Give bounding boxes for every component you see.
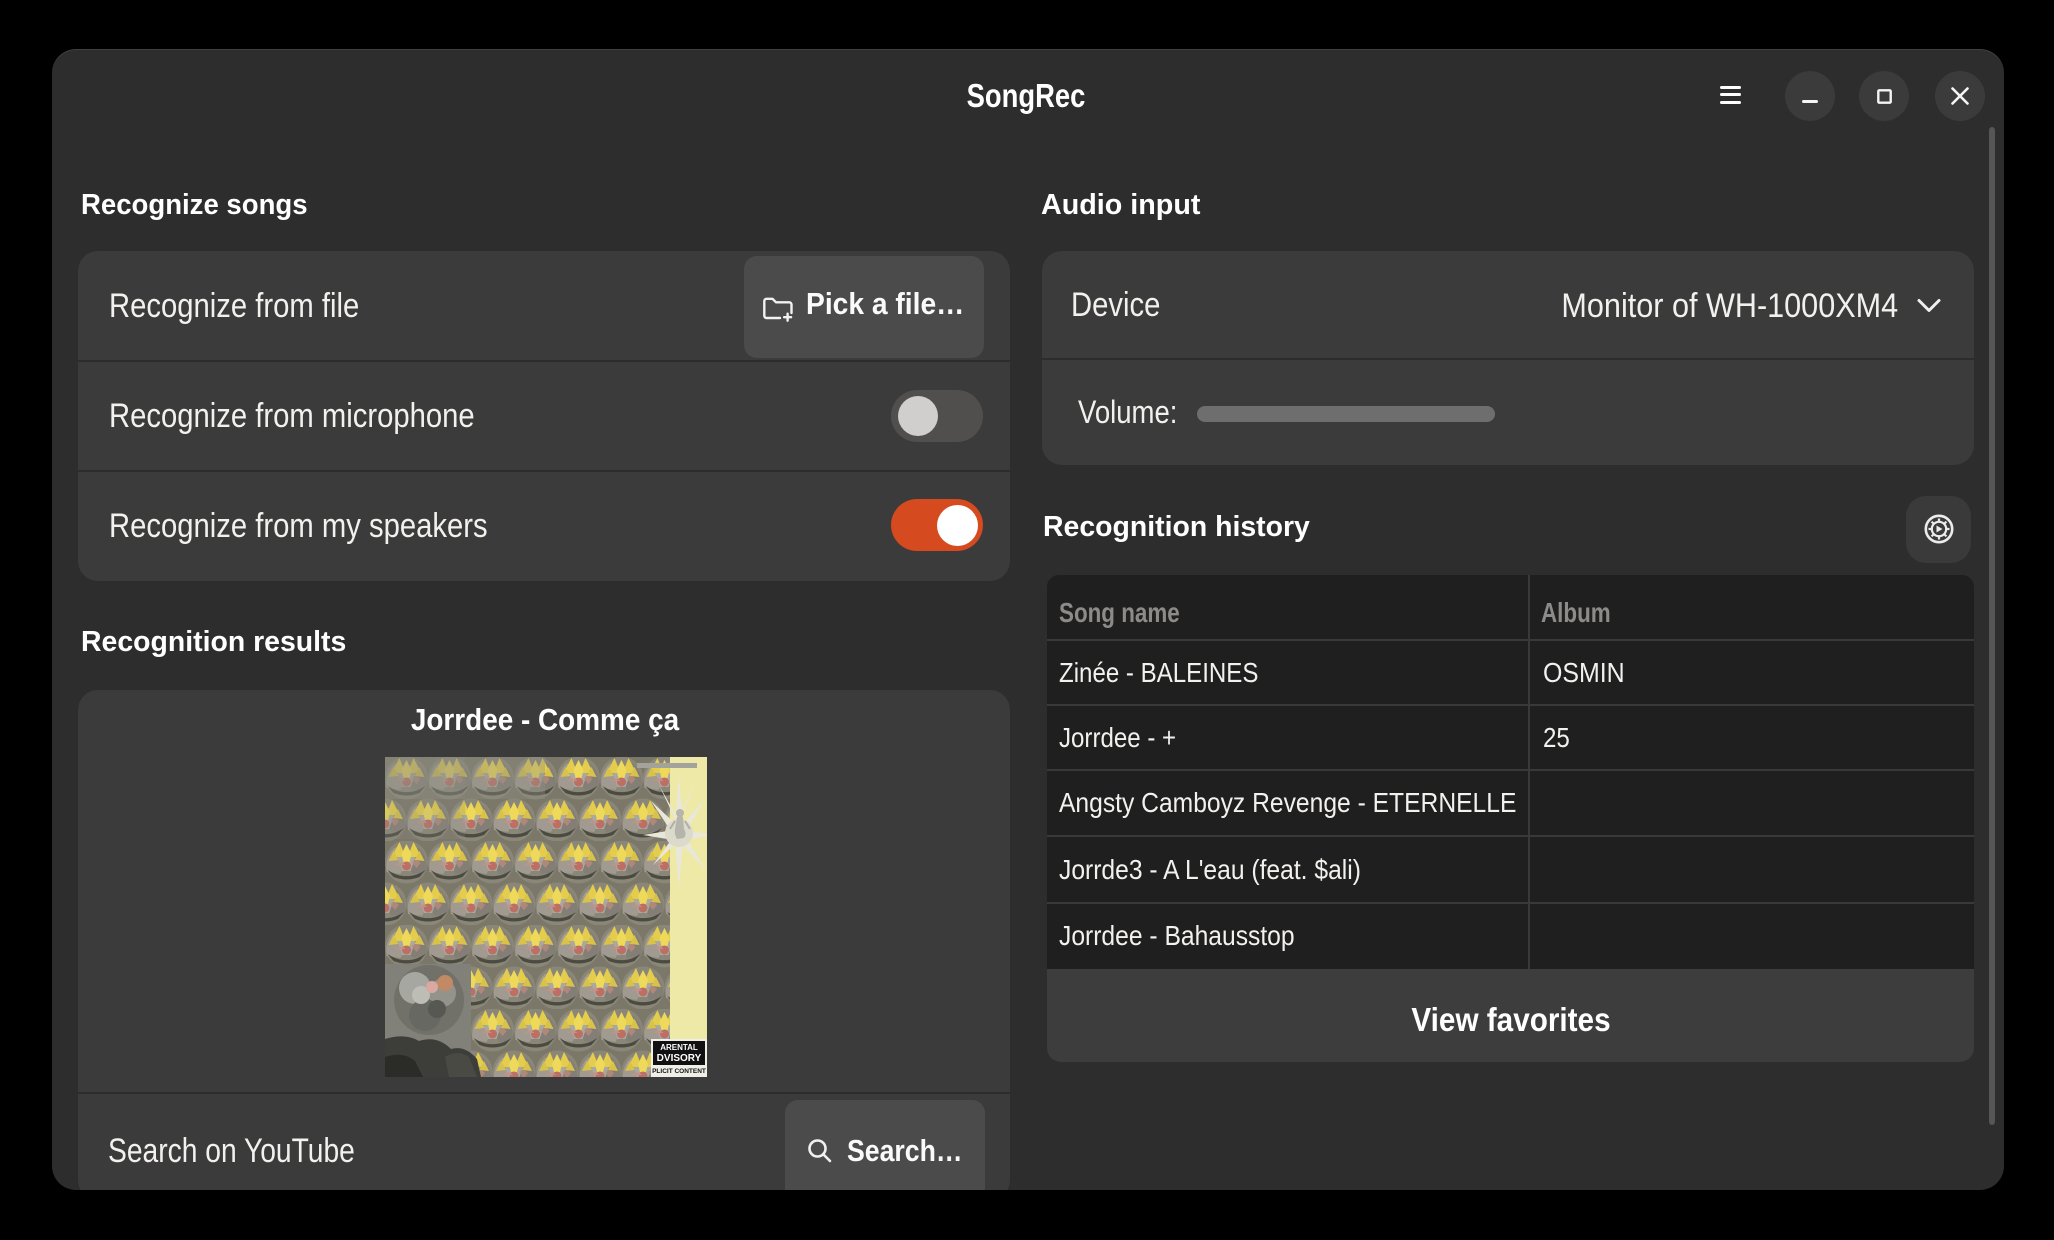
svg-text:ARENTAL: ARENTAL [660,1043,698,1052]
svg-text:DVISORY: DVISORY [657,1053,702,1064]
svg-text:PLICIT CONTENT: PLICIT CONTENT [652,1068,706,1075]
